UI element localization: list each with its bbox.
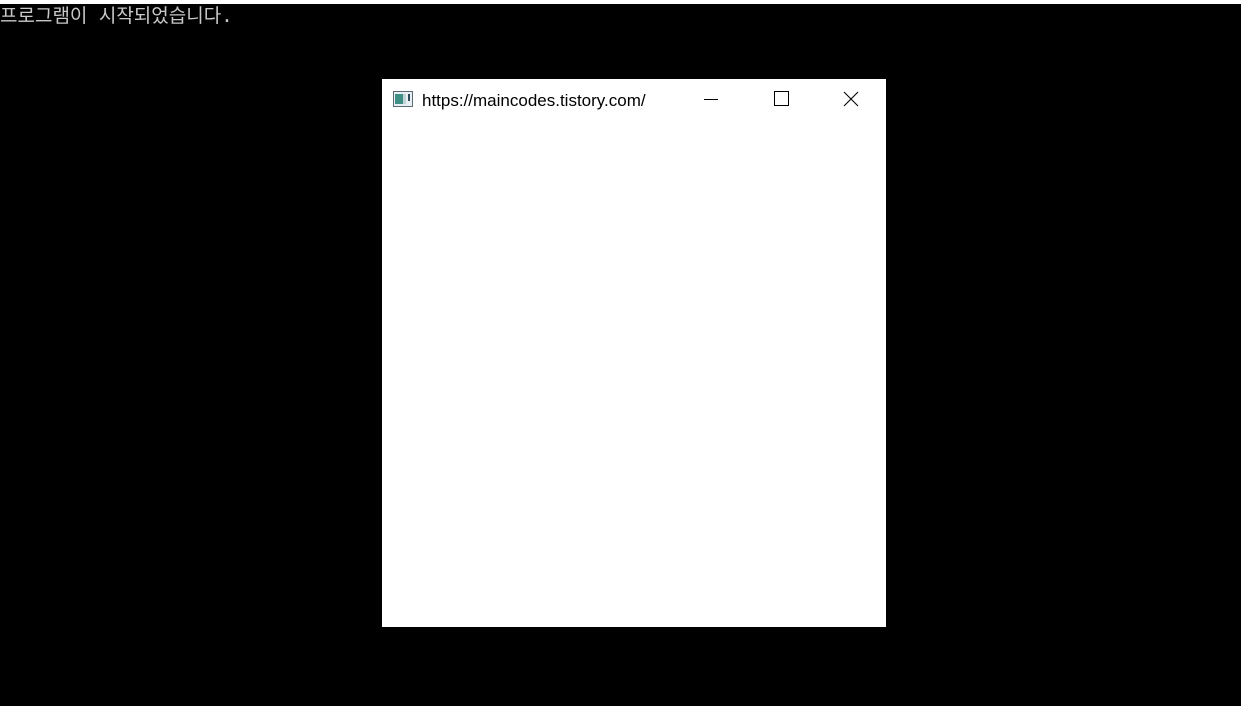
window-client-area[interactable] [382, 123, 886, 627]
maximize-icon [773, 90, 789, 112]
maximize-button[interactable] [758, 79, 804, 123]
window-titlebar[interactable]: https://maincodes.tistory.com/ [382, 79, 886, 123]
minimize-button[interactable] [688, 79, 734, 123]
app-window-icon[interactable] [393, 91, 413, 107]
close-icon [843, 91, 859, 112]
minimize-icon [703, 91, 719, 112]
app-window[interactable]: https://maincodes.tistory.com/ [382, 79, 886, 627]
close-button[interactable] [828, 79, 874, 123]
window-title: https://maincodes.tistory.com/ [422, 91, 646, 110]
console-output-text: 프로그램이 시작되었습니다. [0, 5, 233, 27]
